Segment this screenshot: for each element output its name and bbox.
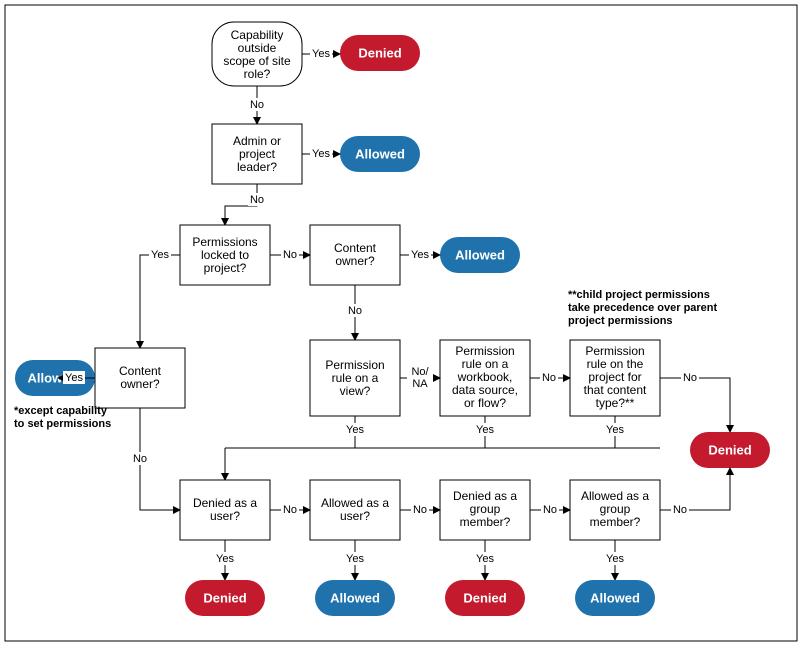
node-label: role? xyxy=(244,67,271,81)
node-capability-scope: Capability outside scope of site role? xyxy=(212,22,302,86)
node-label: outside xyxy=(238,41,277,55)
terminal-denied-default: Denied xyxy=(690,432,770,468)
footnote: **child project permissions xyxy=(568,289,710,301)
edge-label: Yes xyxy=(476,553,494,565)
footnote: to set permissions xyxy=(14,418,111,430)
node-label: workbook, xyxy=(457,370,513,384)
node-denied-group: Denied as a group member? xyxy=(440,480,530,540)
edge-label: No xyxy=(250,99,264,111)
node-label: Denied as a xyxy=(193,496,257,510)
edge-label: Yes xyxy=(411,249,429,261)
edge-label: No xyxy=(250,194,264,206)
edge-label: No xyxy=(543,504,557,516)
terminal-label: Denied xyxy=(463,590,506,605)
terminal-allowed-owner: Allowed xyxy=(440,237,520,273)
diagram-border xyxy=(5,5,797,641)
node-label: Admin or xyxy=(233,134,281,148)
edge-label: No xyxy=(683,372,697,384)
terminal-allowed-user: Allowed xyxy=(315,580,395,616)
node-label: project xyxy=(239,147,276,161)
edge-label: No xyxy=(283,249,297,261)
terminal-label: Allowed xyxy=(355,146,405,161)
node-label: Permission xyxy=(585,344,644,358)
edge-label: Yes xyxy=(476,424,494,436)
edge-label: Yes xyxy=(606,424,624,436)
node-label: that content xyxy=(584,383,647,397)
node-permissions-locked: Permissions locked to project? xyxy=(180,225,270,285)
edge-label: Yes xyxy=(346,424,364,436)
edge-label: No xyxy=(133,453,147,465)
terminal-label: Denied xyxy=(708,442,751,457)
node-label: type?** xyxy=(596,396,635,410)
node-rule-project: Permission rule on the project for that … xyxy=(570,340,660,416)
node-label: Capability xyxy=(231,28,284,42)
node-label: Allowed as a xyxy=(581,489,649,503)
terminal-denied-group: Denied xyxy=(445,580,525,616)
terminal-label: Allowed xyxy=(455,247,505,262)
node-allowed-group: Allowed as a group member? xyxy=(570,480,660,540)
node-label: Denied as a xyxy=(453,489,517,503)
node-admin-leader: Admin or project leader? xyxy=(212,124,302,184)
node-label: member? xyxy=(460,515,511,529)
node-rule-view: Permission rule on a view? xyxy=(310,340,400,416)
node-label: rule on a xyxy=(332,371,379,385)
node-label: Permissions xyxy=(192,235,257,249)
node-content-owner-locked: Content owner? xyxy=(95,348,185,408)
edge-label: No xyxy=(348,305,362,317)
node-label: project for xyxy=(588,370,641,384)
footnote: project permissions xyxy=(568,315,673,327)
footnote: take precedence over parent xyxy=(568,302,718,314)
node-label: scope of site xyxy=(223,54,291,68)
permission-flowchart: Capability outside scope of site role? D… xyxy=(0,0,802,646)
node-content-owner-unlocked: Content owner? xyxy=(310,225,400,285)
node-label: user? xyxy=(340,509,370,523)
edge-label: No xyxy=(283,504,297,516)
node-allowed-user: Allowed as a user? xyxy=(310,480,400,540)
edge-label: Yes xyxy=(346,553,364,565)
node-label: leader? xyxy=(237,160,277,174)
node-denied-user: Denied as a user? xyxy=(180,480,270,540)
edge-label: NA xyxy=(412,378,428,390)
node-label: rule on the xyxy=(587,357,644,371)
edge-label: No xyxy=(542,372,556,384)
terminal-allowed-admin: Allowed xyxy=(340,136,420,172)
node-label: owner? xyxy=(120,377,160,391)
node-label: member? xyxy=(590,515,641,529)
node-label: group xyxy=(470,502,501,516)
node-label: Permission xyxy=(325,358,384,372)
edge-label: Yes xyxy=(65,372,83,384)
edge-label: No xyxy=(413,504,427,516)
terminal-label: Denied xyxy=(203,590,246,605)
node-label: project? xyxy=(204,261,247,275)
terminal-denied-scope: Denied xyxy=(340,35,420,71)
node-label: data source, xyxy=(452,383,518,397)
edge-label: Yes xyxy=(312,48,330,60)
terminal-label: Allowed xyxy=(330,590,380,605)
node-label: Allowed as a xyxy=(321,496,389,510)
edge-label: Yes xyxy=(312,148,330,160)
node-label: Permission xyxy=(455,344,514,358)
terminal-label: Denied xyxy=(358,45,401,60)
edge-label: Yes xyxy=(216,553,234,565)
terminal-label: Allowed xyxy=(590,590,640,605)
node-label: Content xyxy=(119,364,162,378)
node-label: or flow? xyxy=(464,396,506,410)
edge-label: Yes xyxy=(606,553,624,565)
node-label: user? xyxy=(210,509,240,523)
node-label: owner? xyxy=(335,254,375,268)
node-rule-workbook: Permission rule on a workbook, data sour… xyxy=(440,340,530,416)
footnote: *except capability xyxy=(14,405,108,417)
edge-label: No/ xyxy=(411,366,429,378)
terminal-allowed-group: Allowed xyxy=(575,580,655,616)
edge-label: No xyxy=(673,504,687,516)
node-label: locked to xyxy=(201,248,249,262)
terminal-denied-user: Denied xyxy=(185,580,265,616)
node-label: rule on a xyxy=(462,357,509,371)
node-label: Content xyxy=(334,241,377,255)
node-label: group xyxy=(600,502,631,516)
edge-label: Yes xyxy=(151,249,169,261)
node-label: view? xyxy=(340,384,371,398)
